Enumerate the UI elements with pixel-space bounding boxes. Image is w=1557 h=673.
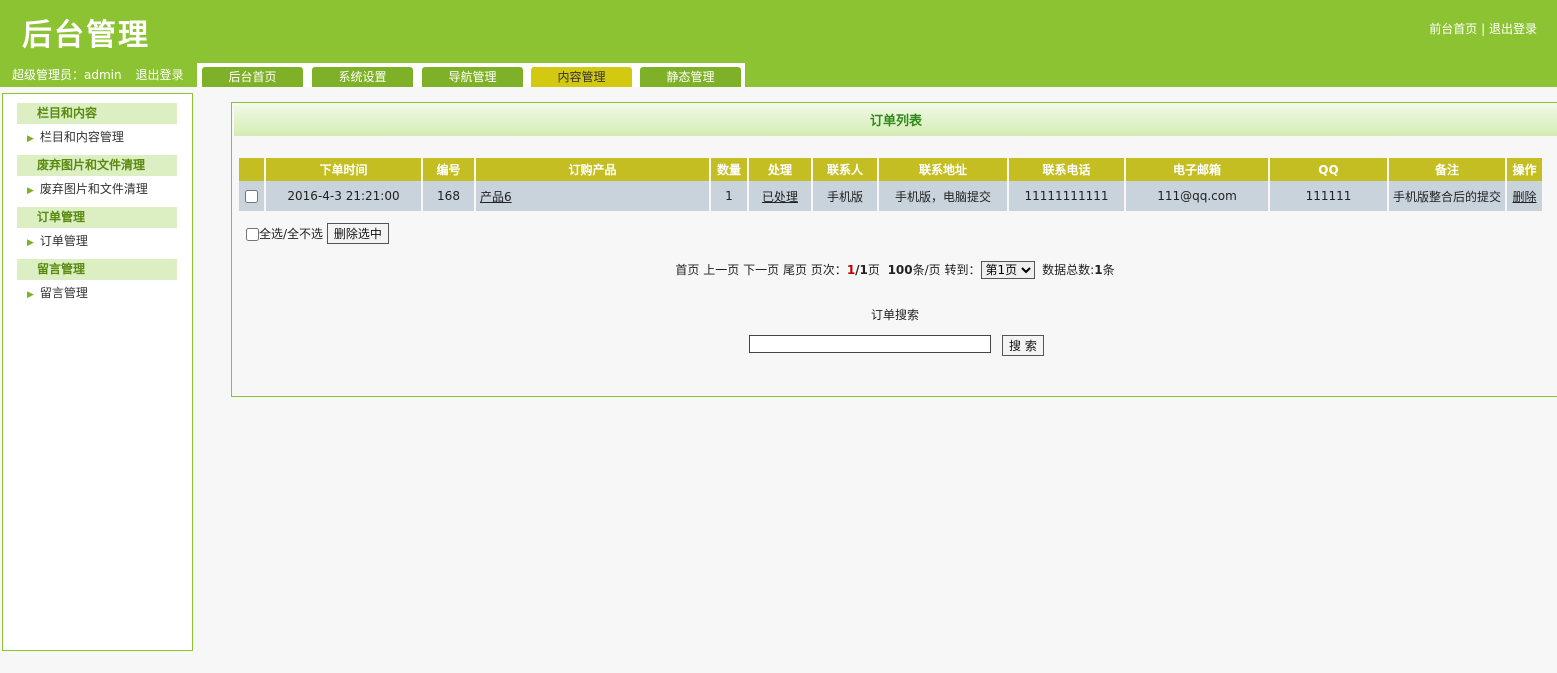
sidebar-item-cleanup[interactable]: ▶ 废弃图片和文件清理 xyxy=(27,180,148,197)
header-cell: 数量 xyxy=(711,158,747,181)
product-cell: 产品6 xyxy=(476,181,709,211)
tab-content[interactable]: 内容管理 xyxy=(531,67,632,87)
sidebar-item-label: 留言管理 xyxy=(39,286,88,300)
search-input[interactable] xyxy=(749,335,991,353)
sidebar-item-content[interactable]: ▶ 栏目和内容管理 xyxy=(27,128,124,145)
user-logout-link[interactable]: 退出登录 xyxy=(135,68,183,82)
page-title: 订单列表 xyxy=(234,105,1557,136)
search-label: 订单搜索 xyxy=(870,308,919,322)
header-cell: QQ xyxy=(1270,158,1387,181)
top-links: 前台首页 | 退出登录 xyxy=(1429,20,1537,37)
order-address: 手机版，电脑提交 xyxy=(879,181,1007,211)
order-time: 2016-4-3 21:21:00 xyxy=(266,181,421,211)
sidebar-item-label: 栏目和内容管理 xyxy=(39,130,124,144)
nav-tabs: 后台首页 系统设置 导航管理 内容管理 静态管理 xyxy=(197,63,745,87)
order-table: 下单时间 编号 订购产品 数量 处理 联系人 联系地址 联系电话 电子邮箱 QQ… xyxy=(237,158,1544,211)
goto-page-select[interactable]: 第1页 xyxy=(980,261,1035,279)
prev-page-link[interactable]: 上一页 xyxy=(703,263,739,277)
status-cell: 已处理 xyxy=(749,181,811,211)
arrow-right-icon: ▶ xyxy=(27,134,34,144)
tab-system-settings[interactable]: 系统设置 xyxy=(312,67,413,87)
header-cell: 联系电话 xyxy=(1009,158,1124,181)
order-id: 168 xyxy=(423,181,474,211)
sidebar-item-orders[interactable]: ▶ 订单管理 xyxy=(27,232,88,249)
row-select-cell xyxy=(239,181,264,211)
header-cell: 备注 xyxy=(1389,158,1505,181)
per-page-suffix: 条/页 xyxy=(912,263,941,277)
delete-link[interactable]: 删除 xyxy=(1512,190,1536,204)
page-label: 页次： xyxy=(810,263,847,277)
arrow-right-icon: ▶ xyxy=(27,238,34,248)
tab-admin-home[interactable]: 后台首页 xyxy=(202,67,303,87)
per-page-count: 100 xyxy=(887,263,913,277)
product-link[interactable]: 产品6 xyxy=(480,190,512,204)
order-qty: 1 xyxy=(711,181,747,211)
status-link[interactable]: 已处理 xyxy=(762,190,798,204)
header-bar: 后台管理 前台首页 | 退出登录 超级管理员：admin 退出登录 后台首页 系… xyxy=(0,0,1557,87)
header-cell: 操作 xyxy=(1507,158,1542,181)
header-cell: 电子邮箱 xyxy=(1126,158,1268,181)
action-cell: 删除 xyxy=(1507,181,1542,211)
order-contact: 手机版 xyxy=(813,181,877,211)
last-page-link[interactable]: 尾页 xyxy=(783,263,807,277)
sidebar-item-label: 订单管理 xyxy=(39,234,88,248)
select-all-label: 全选/全不选 xyxy=(259,227,324,241)
header-cell-select xyxy=(239,158,264,181)
table-row: 2016-4-3 21:21:00 168 产品6 1 已处理 手机版 手机版，… xyxy=(239,181,1542,211)
sidebar: 栏目和内容 ▶ 栏目和内容管理 废弃图片和文件清理 ▶ 废弃图片和文件清理 订单管理… xyxy=(2,93,193,651)
header-cell: 联系人 xyxy=(813,158,877,181)
total-count: 1 xyxy=(1094,263,1103,277)
select-all-checkbox[interactable] xyxy=(246,228,259,241)
header-cell: 下单时间 xyxy=(266,158,421,181)
search-button[interactable]: 搜 索 xyxy=(1002,335,1044,356)
sidebar-group-title: 留言管理 xyxy=(17,259,177,280)
pagination: 首页 上一页 下一页 尾页 页次：1/1页 100条/页 转到： 第1页 数据总数… xyxy=(232,261,1557,279)
header-cell: 编号 xyxy=(423,158,474,181)
total-suffix: 条 xyxy=(1102,263,1115,277)
sidebar-group-title: 废弃图片和文件清理 xyxy=(17,155,177,176)
page-suffix: 页 xyxy=(867,263,880,277)
header-cell: 联系地址 xyxy=(879,158,1007,181)
header-cell: 处理 xyxy=(749,158,811,181)
sidebar-group-title: 订单管理 xyxy=(17,207,177,228)
sidebar-group-title: 栏目和内容 xyxy=(17,103,177,124)
tab-static[interactable]: 静态管理 xyxy=(640,67,741,87)
first-page-link[interactable]: 首页 xyxy=(675,263,699,277)
order-panel: 订单列表 下单时间 编号 订购产品 数量 处理 联系人 联系地址 联系电话 电子… xyxy=(231,102,1557,397)
user-info: 超级管理员：admin 退出登录 xyxy=(12,66,183,83)
tab-navigation[interactable]: 导航管理 xyxy=(422,67,523,87)
current-page: 1 xyxy=(846,263,856,277)
order-note: 手机版整合后的提交 xyxy=(1389,181,1505,211)
admin-label: 超级管理员：admin xyxy=(12,68,122,82)
header-cell: 订购产品 xyxy=(476,158,709,181)
arrow-right-icon: ▶ xyxy=(27,186,34,196)
order-qq: 111111 xyxy=(1270,181,1387,211)
delete-selected-button[interactable]: 删除选中 xyxy=(326,223,389,244)
table-header-row: 下单时间 编号 订购产品 数量 处理 联系人 联系地址 联系电话 电子邮箱 QQ… xyxy=(239,158,1542,181)
total-label: 数据总数: xyxy=(1042,263,1095,277)
order-phone: 11111111111 xyxy=(1009,181,1124,211)
bulk-actions: 全选/全不选 删除选中 xyxy=(246,223,389,244)
row-checkbox[interactable] xyxy=(245,190,258,203)
next-page-link[interactable]: 下一页 xyxy=(743,263,779,277)
goto-label: 转到： xyxy=(944,263,981,277)
top-logout-link[interactable]: 退出登录 xyxy=(1489,22,1537,36)
arrow-right-icon: ▶ xyxy=(27,290,34,300)
link-separator: | xyxy=(1477,22,1489,36)
frontend-home-link[interactable]: 前台首页 xyxy=(1429,22,1477,36)
order-email: 111@qq.com xyxy=(1126,181,1268,211)
app-logo: 后台管理 xyxy=(22,18,150,53)
sidebar-item-messages[interactable]: ▶ 留言管理 xyxy=(27,284,88,301)
total-pages: /1 xyxy=(855,263,868,277)
sidebar-item-label: 废弃图片和文件清理 xyxy=(39,182,148,196)
